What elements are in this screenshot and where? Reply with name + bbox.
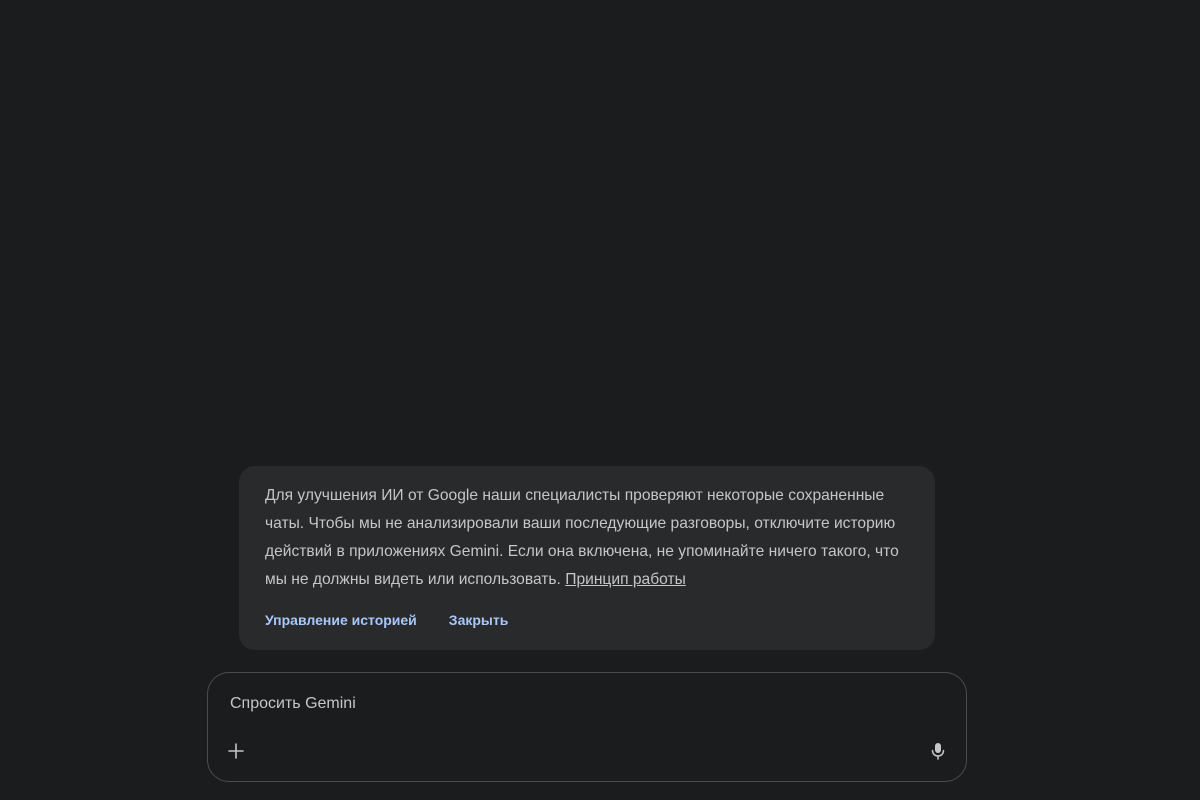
plus-icon [228, 743, 244, 759]
manage-history-button[interactable]: Управление историей [265, 612, 417, 628]
add-attachment-button[interactable] [224, 739, 248, 763]
close-notice-button[interactable]: Закрыть [449, 612, 509, 628]
prompt-composer [207, 672, 967, 782]
notice-actions: Управление историей Закрыть [265, 612, 508, 628]
prompt-input[interactable] [228, 691, 932, 717]
gemini-page: Для улучшения ИИ от Google наши специали… [0, 0, 1200, 800]
microphone-icon [931, 743, 945, 760]
privacy-notice-card: Для улучшения ИИ от Google наши специали… [239, 466, 935, 650]
privacy-notice-text: Для улучшения ИИ от Google наши специали… [265, 482, 915, 594]
microphone-button[interactable] [926, 739, 950, 763]
how-it-works-link[interactable]: Принцип работы [565, 571, 686, 588]
